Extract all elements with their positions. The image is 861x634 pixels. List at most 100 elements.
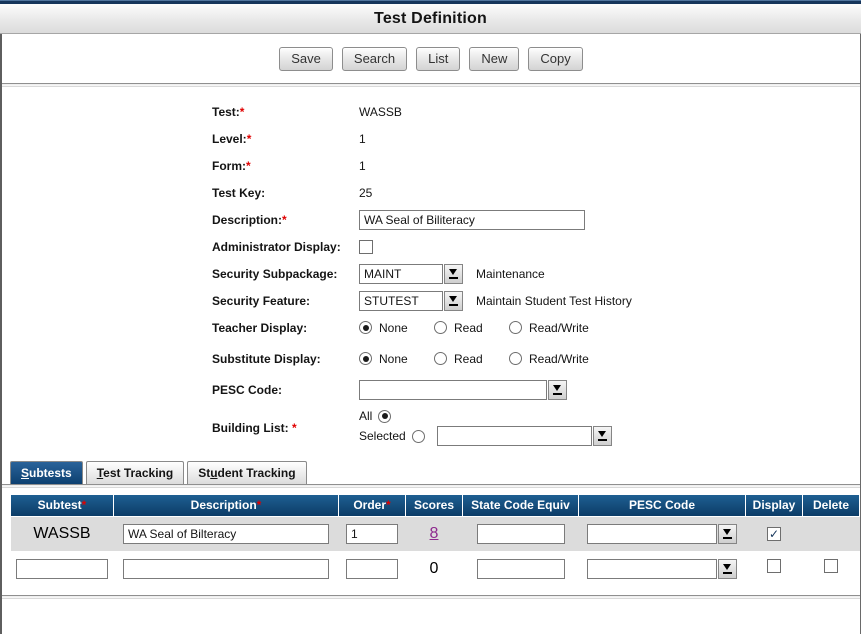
dropdown-arrow-icon xyxy=(598,431,607,441)
security-subpackage-combo xyxy=(359,264,463,284)
divider xyxy=(2,595,860,599)
row1-pesc-dropdown-button[interactable] xyxy=(718,524,737,544)
copy-button[interactable]: Copy xyxy=(528,47,582,71)
subtest-code-cell: WASSB xyxy=(11,516,114,551)
col-scores: Scores xyxy=(406,495,463,516)
row1-order-input[interactable] xyxy=(346,524,398,544)
field-row-substitute-display: Substitute Display: None Read Read/Write xyxy=(212,348,860,369)
admin-display-label: Administrator Display: xyxy=(212,240,359,254)
field-row-security-feature: Security Feature: Maintain Student Test … xyxy=(212,290,860,311)
teacher-read-label: Read xyxy=(454,321,483,335)
row2-pesc-dropdown-button[interactable] xyxy=(718,559,737,579)
field-row-test-key: Test Key: 25 xyxy=(212,182,860,203)
field-row-teacher-display: Teacher Display: None Read Read/Write xyxy=(212,317,860,338)
row2-state-code-input[interactable] xyxy=(477,559,565,579)
building-list-options: All Selected xyxy=(359,406,612,449)
security-feature-input[interactable] xyxy=(359,291,443,311)
row2-display-checkbox[interactable] xyxy=(767,559,781,573)
field-row-description: Description:* xyxy=(212,209,860,230)
field-row-admin-display: Administrator Display: xyxy=(212,236,860,257)
substitute-readwrite-radio[interactable] xyxy=(509,352,522,365)
substitute-read-radio[interactable] xyxy=(434,352,447,365)
content-frame: Save Search List New Copy Test:* WASSB L… xyxy=(0,34,861,634)
row1-pesc-code-input[interactable] xyxy=(587,524,717,544)
row2-delete-checkbox[interactable] xyxy=(824,559,838,573)
teacher-readwrite-radio[interactable] xyxy=(509,321,522,334)
tab-student-tracking[interactable]: Student Tracking xyxy=(187,461,306,484)
teacher-readwrite-label: Read/Write xyxy=(529,321,589,335)
table-row: 0 xyxy=(11,551,860,586)
row1-state-code-input[interactable] xyxy=(477,524,565,544)
page-title: Test Definition xyxy=(374,10,487,28)
test-key-value: 25 xyxy=(359,186,372,200)
building-all-label: All xyxy=(359,409,372,423)
security-subpackage-input[interactable] xyxy=(359,264,443,284)
teacher-none-label: None xyxy=(379,321,408,335)
building-selected-dropdown-button[interactable] xyxy=(593,426,612,446)
required-asterisk: * xyxy=(246,159,251,173)
substitute-readwrite-label: Read/Write xyxy=(529,352,589,366)
row2-scores-value: 0 xyxy=(406,551,463,586)
test-value: WASSB xyxy=(359,105,402,119)
substitute-display-label: Substitute Display: xyxy=(212,352,359,366)
building-selected-radio[interactable] xyxy=(412,430,425,443)
test-key-label: Test Key: xyxy=(212,186,359,200)
pesc-code-dropdown-button[interactable] xyxy=(548,380,567,400)
teacher-display-label: Teacher Display: xyxy=(212,321,359,335)
col-order: Order* xyxy=(339,495,406,516)
security-subpackage-label: Security Subpackage: xyxy=(212,267,359,281)
row1-display-checkbox[interactable] xyxy=(767,527,781,541)
security-feature-label: Security Feature: xyxy=(212,294,359,308)
row2-description-input[interactable] xyxy=(123,559,329,579)
security-subpackage-description: Maintenance xyxy=(476,267,545,281)
form-label: Form: xyxy=(212,159,246,173)
subtests-table: Subtest* Description* Order* Scores Stat… xyxy=(10,495,860,586)
pesc-code-input[interactable] xyxy=(359,380,547,400)
table-row: WASSB 8 xyxy=(11,516,860,551)
teacher-display-radio-group: None Read Read/Write xyxy=(359,321,589,335)
teacher-none-radio[interactable] xyxy=(359,321,372,334)
substitute-none-radio[interactable] xyxy=(359,352,372,365)
building-selected-input xyxy=(437,426,592,446)
divider xyxy=(2,484,860,488)
pesc-code-label: PESC Code: xyxy=(212,383,359,397)
description-input[interactable] xyxy=(359,210,585,230)
tab-subtests[interactable]: Subtests xyxy=(10,461,83,484)
new-button[interactable]: New xyxy=(469,47,519,71)
search-button[interactable]: Search xyxy=(342,47,407,71)
level-value: 1 xyxy=(359,132,366,146)
save-button[interactable]: Save xyxy=(279,47,333,71)
field-row-building-list: Building List: * All Selected xyxy=(212,406,860,449)
row2-order-input[interactable] xyxy=(346,559,398,579)
dropdown-arrow-icon xyxy=(723,564,732,574)
required-asterisk: * xyxy=(247,132,252,146)
field-row-test: Test:* WASSB xyxy=(212,101,860,122)
teacher-read-radio[interactable] xyxy=(434,321,447,334)
toolbar: Save Search List New Copy xyxy=(2,34,860,71)
dropdown-arrow-icon xyxy=(723,529,732,539)
row1-scores-link[interactable]: 8 xyxy=(430,525,439,542)
description-label: Description: xyxy=(212,213,282,227)
required-asterisk: * xyxy=(292,421,297,435)
form-value: 1 xyxy=(359,159,366,173)
col-description: Description* xyxy=(114,495,339,516)
security-feature-dropdown-button[interactable] xyxy=(444,291,463,311)
dropdown-arrow-icon xyxy=(449,269,458,279)
row2-pesc-code-input[interactable] xyxy=(587,559,717,579)
security-subpackage-dropdown-button[interactable] xyxy=(444,264,463,284)
list-button[interactable]: List xyxy=(416,47,460,71)
row2-subtest-input[interactable] xyxy=(16,559,108,579)
field-row-form: Form:* 1 xyxy=(212,155,860,176)
table-header-row: Subtest* Description* Order* Scores Stat… xyxy=(11,495,860,516)
test-definition-form: Test:* WASSB Level:* 1 Form:* 1 Test Key… xyxy=(2,87,860,449)
row1-description-input[interactable] xyxy=(123,524,329,544)
substitute-none-label: None xyxy=(379,352,408,366)
col-subtest: Subtest* xyxy=(11,495,114,516)
tab-test-tracking[interactable]: Test Tracking xyxy=(86,461,184,484)
security-feature-combo xyxy=(359,291,463,311)
building-all-radio[interactable] xyxy=(378,410,391,423)
substitute-read-label: Read xyxy=(454,352,483,366)
admin-display-checkbox[interactable] xyxy=(359,240,373,254)
row1-delete-cell xyxy=(803,516,860,551)
substitute-display-radio-group: None Read Read/Write xyxy=(359,352,589,366)
